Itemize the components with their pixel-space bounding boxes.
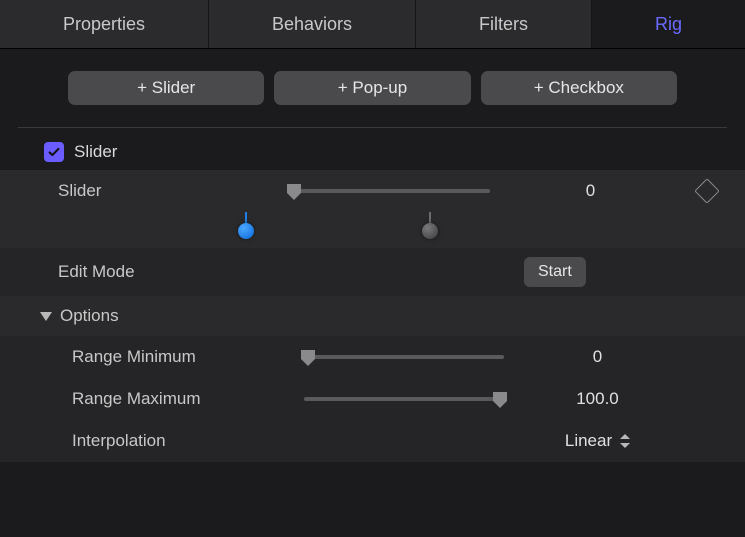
tab-filters[interactable]: Filters xyxy=(416,0,592,48)
edit-mode-row: Edit Mode Start xyxy=(0,248,745,296)
slider-track xyxy=(290,189,490,193)
add-widget-buttons: + Slider + Pop-up + Checkbox xyxy=(0,49,745,127)
range-min-value[interactable]: 0 xyxy=(532,347,687,367)
add-slider-button[interactable]: + Slider xyxy=(68,71,264,105)
edit-mode-start-button[interactable]: Start xyxy=(524,257,586,287)
range-max-row: Range Maximum 100.0 xyxy=(0,378,745,420)
options-header-row[interactable]: Options xyxy=(0,296,745,336)
checkmark-icon xyxy=(47,145,61,159)
range-min-label: Range Minimum xyxy=(0,347,304,367)
keyframe-icon[interactable] xyxy=(694,178,719,203)
slider-control[interactable] xyxy=(290,179,518,203)
tab-behaviors[interactable]: Behaviors xyxy=(209,0,416,48)
widget-enable-checkbox[interactable] xyxy=(44,142,64,162)
tab-bar: Properties Behaviors Filters Rig xyxy=(0,0,745,49)
add-popup-button[interactable]: + Pop-up xyxy=(274,71,470,105)
range-max-thumb[interactable] xyxy=(491,391,509,409)
widget-header: Slider xyxy=(0,136,745,170)
range-min-row: Range Minimum 0 xyxy=(0,336,745,378)
slider-thumb[interactable] xyxy=(285,183,303,201)
slider-widget-section: Slider Slider 0 Edit Mo xyxy=(0,132,745,462)
interpolation-label: Interpolation xyxy=(0,431,304,451)
add-checkbox-button[interactable]: + Checkbox xyxy=(481,71,677,105)
range-max-value[interactable]: 100.0 xyxy=(532,389,687,409)
range-max-control[interactable] xyxy=(304,387,532,411)
options-label: Options xyxy=(60,306,119,326)
slider-value-row: Slider 0 xyxy=(0,170,745,212)
range-max-track xyxy=(304,397,504,401)
disclosure-triangle-icon xyxy=(40,312,52,321)
edit-mode-label: Edit Mode xyxy=(0,262,290,282)
interpolation-row: Interpolation Linear xyxy=(0,420,745,462)
interpolation-popup[interactable]: Linear xyxy=(565,431,630,451)
snapshot-pin-active[interactable] xyxy=(238,212,254,238)
snapshot-pin-row xyxy=(0,212,745,248)
slider-value[interactable]: 0 xyxy=(518,181,687,201)
slider-label: Slider xyxy=(0,181,290,201)
widget-title: Slider xyxy=(74,142,117,162)
range-min-track xyxy=(304,355,504,359)
range-min-thumb[interactable] xyxy=(299,349,317,367)
range-min-control[interactable] xyxy=(304,345,532,369)
range-max-label: Range Maximum xyxy=(0,389,304,409)
tab-rig[interactable]: Rig xyxy=(592,0,745,48)
interpolation-value: Linear xyxy=(565,431,612,451)
snapshot-pin[interactable] xyxy=(422,212,438,238)
snapshot-track[interactable] xyxy=(232,212,460,240)
popup-arrows-icon xyxy=(620,434,630,448)
section-divider xyxy=(18,127,727,128)
tab-properties[interactable]: Properties xyxy=(0,0,209,48)
